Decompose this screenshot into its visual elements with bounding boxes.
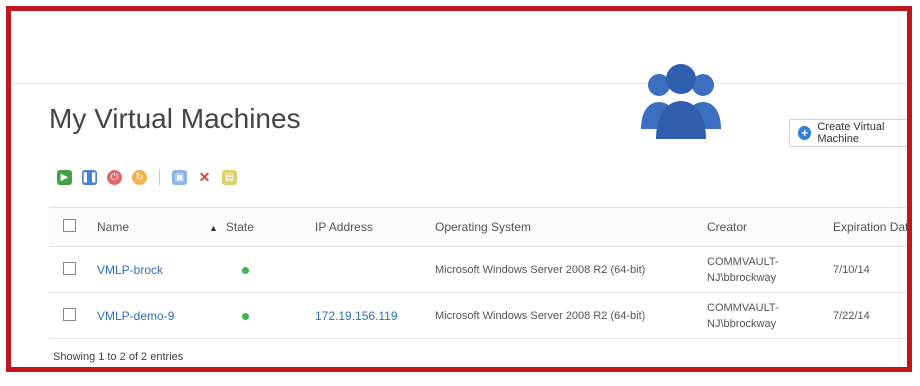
users-group-icon: [641, 64, 721, 139]
col-state[interactable]: ▲ State: [208, 207, 314, 247]
operating-system: Microsoft Windows Server 2008 R2 (64-bit…: [434, 246, 706, 293]
vm-name-link[interactable]: VMLP-demo-9: [97, 309, 174, 323]
delete-icon[interactable]: ✕: [197, 169, 212, 185]
select-all-checkbox[interactable]: [63, 219, 76, 232]
row-checkbox[interactable]: [63, 307, 76, 321]
table-row[interactable]: VMLP-demo-9 172.19.156.119 Microsoft Win…: [49, 292, 907, 339]
creator-cell: COMMVAULT- NJ\bbrockway: [706, 292, 832, 339]
bottom-strip: [0, 372, 920, 386]
status-running-indicator: [242, 312, 249, 320]
toolbar-divider: [159, 169, 160, 185]
filter-icon[interactable]: ▼: [908, 177, 912, 189]
sort-asc-icon: ▲: [209, 223, 218, 233]
console-icon[interactable]: ▣: [172, 169, 187, 185]
col-creator[interactable]: Creator: [706, 207, 832, 247]
pause-icon[interactable]: ❚❚: [81, 169, 98, 185]
col-expiration[interactable]: Expiration Date: [832, 207, 907, 247]
top-banner: [11, 11, 907, 84]
power-off-icon[interactable]: ⏻: [107, 169, 122, 185]
page-title: My Virtual Machines: [49, 103, 301, 134]
creator-cell: COMMVAULT- NJ\bbrockway: [706, 246, 832, 293]
expiration-date: 7/10/14: [832, 246, 907, 293]
create-button-label: Create Virtual Machine: [817, 121, 885, 145]
screenshot-frame: My Virtual Machines + Create Virtual Mac…: [6, 6, 912, 372]
vm-table: Name ▲ State IP Address Operating System …: [49, 207, 907, 339]
col-name[interactable]: Name: [96, 207, 208, 247]
start-icon[interactable]: ▶: [57, 169, 72, 185]
table-header-row: Name ▲ State IP Address Operating System …: [49, 207, 907, 247]
col-ip[interactable]: IP Address: [314, 207, 434, 247]
entries-summary: Showing 1 to 2 of 2 entries: [53, 351, 184, 363]
restart-icon[interactable]: ↻: [132, 169, 147, 185]
table-row[interactable]: VMLP-brock Microsoft Windows Server 2008…: [49, 246, 907, 293]
ip-address: 172.19.156.119: [315, 308, 398, 323]
status-running-indicator: [242, 266, 249, 274]
expiration-date: 7/22/14: [832, 292, 907, 339]
col-os[interactable]: Operating System: [434, 207, 706, 247]
row-checkbox[interactable]: [63, 261, 76, 275]
plus-icon: +: [798, 126, 812, 140]
vm-toolbar: ▶ ❚❚ ⏻ ↻ ▣ ✕ ▤: [57, 169, 237, 185]
vm-name-link[interactable]: VMLP-brock: [97, 263, 163, 277]
operating-system: Microsoft Windows Server 2008 R2 (64-bit…: [434, 292, 706, 339]
snapshot-icon[interactable]: ▤: [222, 169, 237, 185]
create-virtual-machine-button[interactable]: + Create Virtual Machine: [789, 119, 907, 147]
